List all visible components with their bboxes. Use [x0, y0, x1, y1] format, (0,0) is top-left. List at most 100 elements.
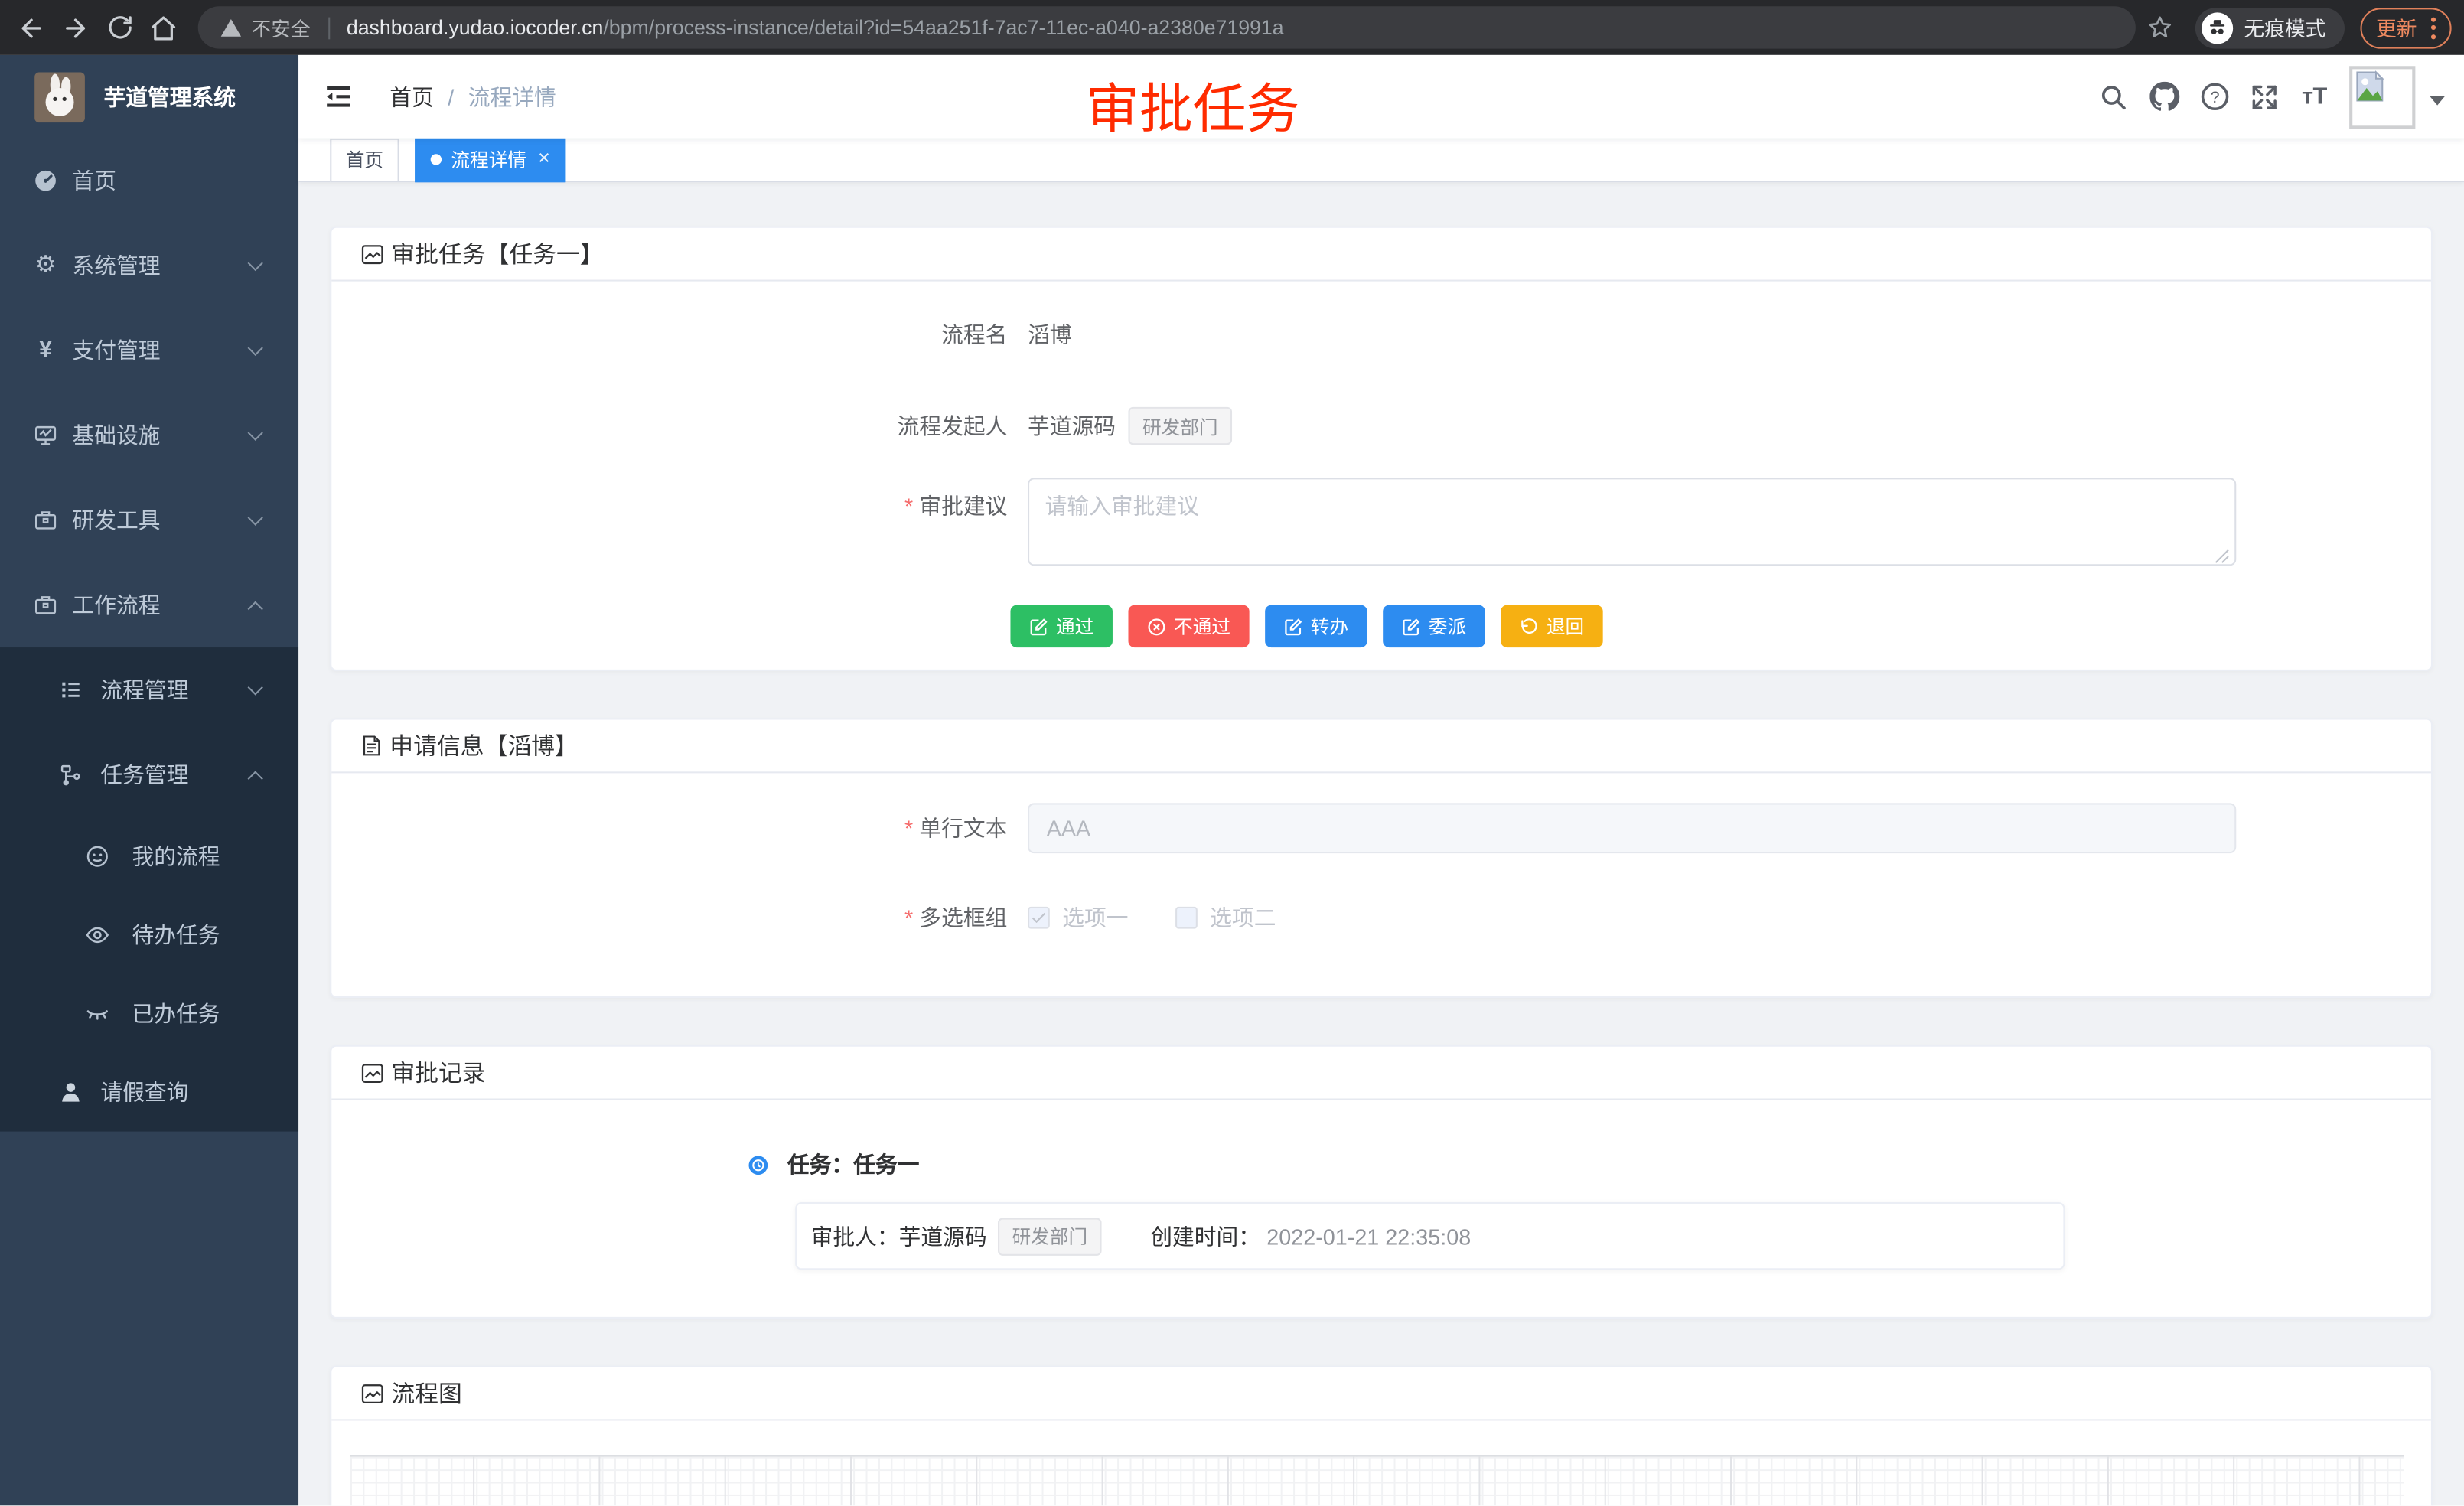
picture-icon	[360, 241, 385, 266]
sidebar-item-process-mgmt[interactable]: 流程管理	[0, 647, 298, 732]
tab-home[interactable]: 首页	[330, 138, 399, 182]
created-time-value: 2022-01-21 22:35:08	[1266, 1224, 1471, 1249]
reload-icon[interactable]	[97, 5, 142, 50]
sidebar-item-infra[interactable]: 基础设施	[0, 393, 298, 478]
sidebar-item-system[interactable]: ⚙ 系统管理	[0, 223, 298, 308]
document-icon	[360, 734, 383, 758]
refresh-left-icon	[1520, 617, 1539, 636]
sidebar-collapse-icon[interactable]	[325, 85, 352, 109]
transfer-button[interactable]: 转办	[1265, 605, 1367, 647]
opinion-textarea[interactable]	[1028, 478, 2236, 566]
checkbox-group: 选项一 选项二	[1028, 902, 1323, 934]
help-icon[interactable]: ?	[2189, 71, 2240, 122]
chevron-up-icon	[248, 770, 263, 785]
process-name-value: 滔博	[1028, 319, 1072, 350]
address-bar[interactable]: 不安全 dashboard.yudao.iocoder.cn/bpm/proce…	[198, 6, 2136, 48]
browser-menu-icon[interactable]	[2431, 17, 2436, 39]
user-icon	[58, 1080, 83, 1105]
card-header: 流程图	[331, 1367, 2431, 1421]
active-dot-icon	[431, 154, 442, 165]
text-field-label: *单行文本	[331, 813, 1028, 844]
record-detail-box: 审批人：芋道源码 研发部门 创建时间： 2022-01-21 22:35:08	[795, 1202, 2065, 1270]
breadcrumb-separator: /	[448, 84, 454, 109]
delegate-button[interactable]: 委派	[1383, 605, 1485, 647]
sidebar-item-done-tasks[interactable]: 已办任务	[0, 974, 298, 1053]
sidebar: 芋道管理系统 首页 ⚙ 系统管理 ¥ 支付管理	[0, 55, 298, 1505]
edit-icon	[1284, 617, 1303, 636]
approver-value: 芋道源码	[899, 1221, 987, 1252]
browser-update-button[interactable]: 更新	[2360, 7, 2451, 47]
timeline-clock-icon	[748, 1154, 769, 1175]
app-logo-row[interactable]: 芋道管理系统	[0, 55, 298, 139]
dept-tag: 研发部门	[1128, 407, 1232, 445]
bpmn-grid-canvas[interactable]	[350, 1455, 2404, 1506]
edit-icon	[1402, 617, 1421, 636]
process-diagram-card: 流程图	[330, 1366, 2433, 1506]
svg-text:?: ?	[2210, 88, 2219, 106]
home-icon[interactable]	[142, 5, 186, 50]
avatar[interactable]	[2349, 65, 2415, 128]
sidebar-item-my-process[interactable]: 我的流程	[0, 817, 298, 896]
warning-icon	[220, 17, 243, 39]
url-divider	[328, 17, 329, 39]
picture-icon	[360, 1060, 385, 1085]
url-host: dashboard.yudao.iocoder.cn	[347, 16, 603, 40]
chevron-down-icon	[248, 425, 263, 441]
incognito-badge: 无痕模式	[2195, 7, 2345, 47]
initiator-label: 流程发起人	[331, 410, 1028, 442]
circle-x-icon	[1147, 617, 1166, 636]
sidebar-item-workflow[interactable]: 工作流程	[0, 562, 298, 647]
chevron-down-icon	[248, 680, 263, 695]
sidebar-item-leave-query[interactable]: 请假查询	[0, 1053, 298, 1132]
sidebar-item-pay[interactable]: ¥ 支付管理	[0, 308, 298, 393]
return-button[interactable]: 退回	[1501, 605, 1603, 647]
eye-icon	[85, 922, 110, 947]
bookmark-star-icon[interactable]	[2146, 14, 2173, 41]
chevron-up-icon	[248, 601, 263, 616]
yen-icon: ¥	[33, 338, 58, 363]
search-icon[interactable]	[2088, 71, 2139, 122]
approval-task-card: 审批任务【任务一】 流程名 滔博 流程发起人 芋道源码 研发部门	[330, 227, 2433, 671]
app-title: 芋道管理系统	[104, 81, 236, 112]
reject-button[interactable]: 不通过	[1129, 605, 1250, 647]
face-icon	[85, 844, 110, 869]
approve-button[interactable]: 通过	[1010, 605, 1113, 647]
font-size-icon[interactable]: TT	[2290, 71, 2340, 122]
security-warning[interactable]: 不安全	[220, 12, 311, 42]
timeline-task-text: 任务：任务一	[787, 1149, 920, 1180]
sidebar-item-todo-tasks[interactable]: 待办任务	[0, 896, 298, 975]
apply-info-card: 申请信息【滔博】 *单行文本 *多选框组 选项一	[330, 718, 2433, 998]
sidebar-item-home[interactable]: 首页	[0, 139, 298, 223]
gear-icon: ⚙	[33, 253, 58, 279]
approver-label: 审批人：	[811, 1221, 899, 1252]
forward-icon[interactable]	[54, 5, 98, 50]
tags-view-bar: 首页 流程详情 ✕	[298, 139, 2464, 183]
top-navbar: 首页 / 流程详情 ? T	[298, 55, 2464, 139]
card-title: 审批任务【任务一】	[391, 237, 603, 270]
briefcase-icon	[33, 507, 58, 533]
sidebar-item-task-mgmt[interactable]: 任务管理	[0, 732, 298, 817]
github-icon[interactable]	[2139, 71, 2189, 122]
sidebar-item-devtools[interactable]: 研发工具	[0, 478, 298, 562]
annotation-text: 审批任务	[1086, 66, 1299, 143]
dashboard-icon	[33, 168, 58, 194]
initiator-value: 芋道源码 研发部门	[1028, 407, 1232, 445]
breadcrumb-home[interactable]: 首页	[389, 81, 434, 112]
fullscreen-icon[interactable]	[2239, 71, 2290, 122]
checkbox-group-label: *多选框组	[331, 902, 1028, 934]
monitor-icon	[33, 422, 58, 448]
close-icon[interactable]: ✕	[537, 152, 550, 168]
edit-icon	[1029, 617, 1048, 636]
chevron-down-icon	[248, 510, 263, 525]
browser-toolbar: 不安全 dashboard.yudao.iocoder.cn/bpm/proce…	[0, 0, 2464, 55]
sitemap-icon	[58, 762, 83, 787]
briefcase-icon	[33, 592, 58, 618]
tab-process-detail[interactable]: 流程详情 ✕	[415, 138, 566, 182]
dept-tag: 研发部门	[998, 1218, 1102, 1255]
avatar-caret-icon[interactable]	[2430, 95, 2446, 104]
card-title: 流程图	[391, 1377, 461, 1410]
back-icon[interactable]	[9, 5, 54, 50]
chevron-down-icon	[248, 341, 263, 356]
breadcrumb-current: 流程详情	[468, 81, 556, 112]
card-title: 申请信息【滔博】	[389, 729, 578, 762]
